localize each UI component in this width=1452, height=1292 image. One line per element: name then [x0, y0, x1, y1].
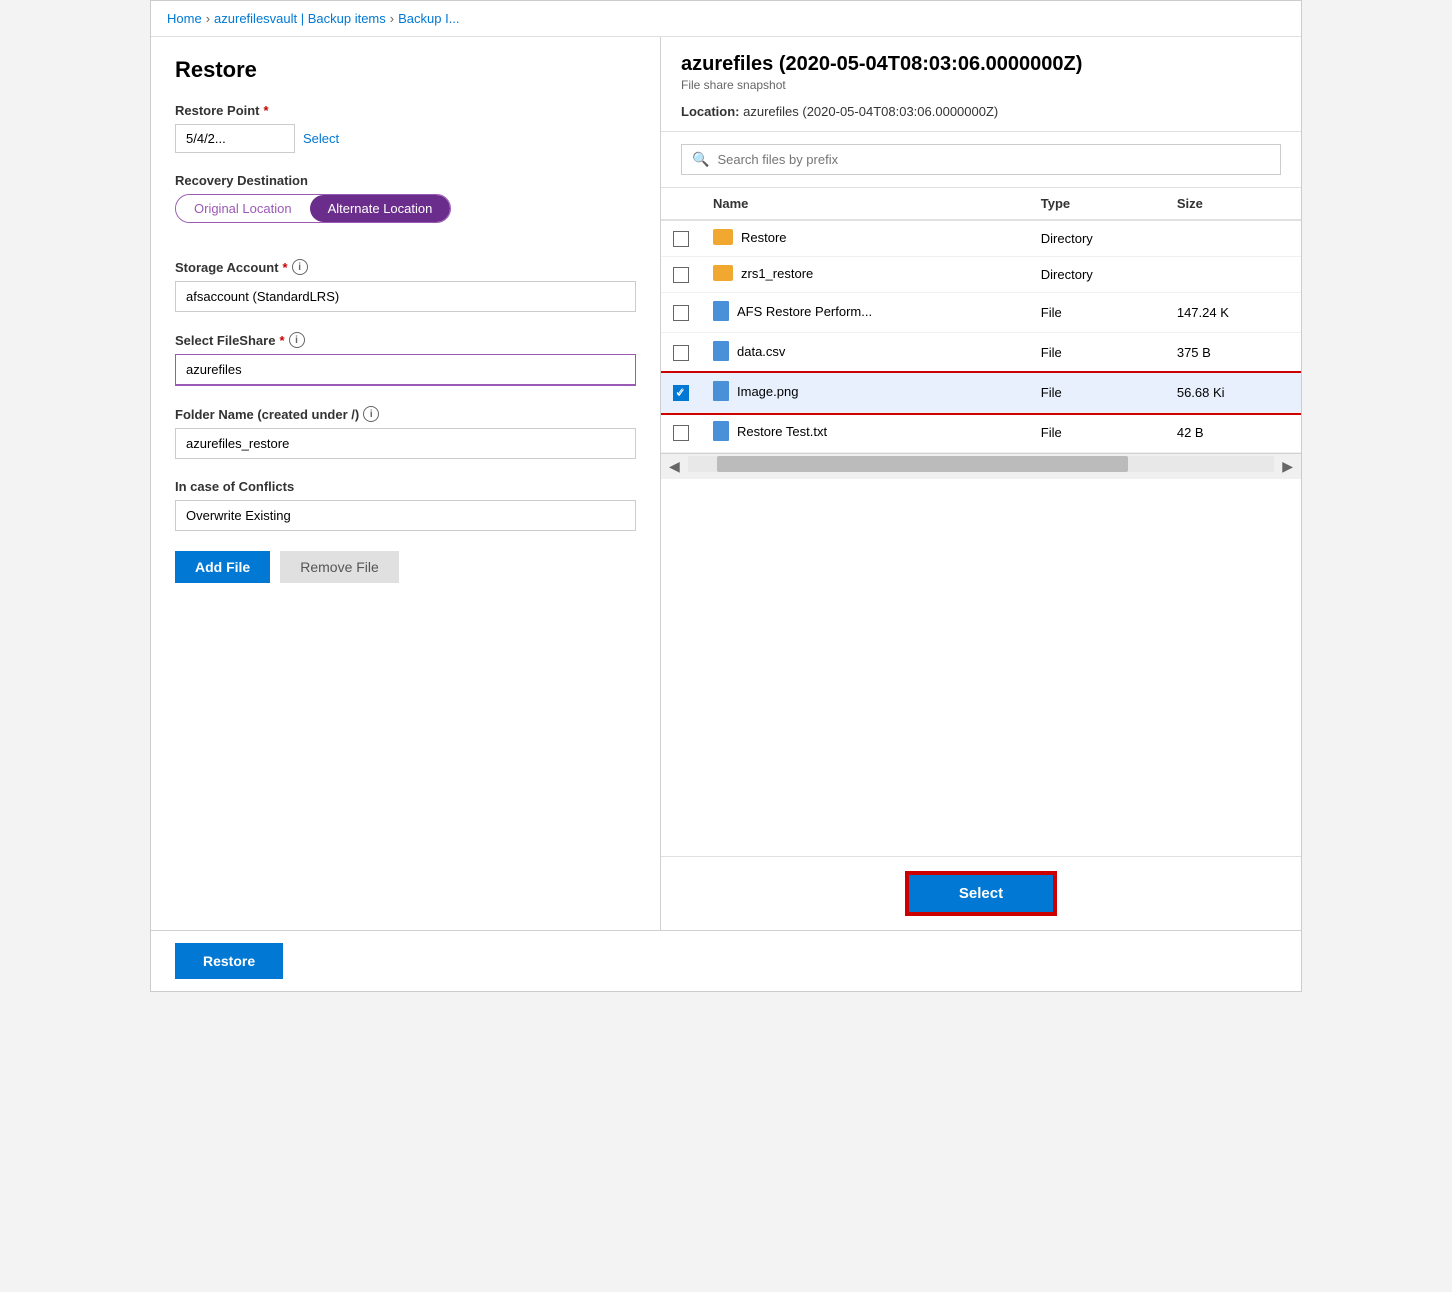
table-header-row: Name Type Size	[661, 188, 1301, 220]
action-buttons: Add File Remove File	[175, 551, 636, 583]
row-type: File	[1029, 413, 1165, 453]
row-size: 147.24 K	[1165, 293, 1301, 333]
header-size: Size	[1165, 188, 1301, 220]
folder-icon	[713, 265, 733, 281]
row-name: Restore Test.txt	[701, 413, 1029, 453]
table-row[interactable]: Restore Test.txtFile42 B	[661, 413, 1301, 453]
row-name: Image.png	[701, 373, 1029, 413]
row-type: File	[1029, 333, 1165, 373]
scroll-right-arrow[interactable]: ▶	[1274, 454, 1301, 479]
folder-name-input[interactable]	[175, 428, 636, 459]
restore-point-group: Restore Point * 5/4/2... Select	[175, 103, 636, 153]
row-size	[1165, 257, 1301, 293]
scroll-thumb[interactable]	[717, 456, 1128, 472]
search-input[interactable]	[717, 152, 1270, 167]
breadcrumb-vault[interactable]: azurefilesvault | Backup items	[214, 11, 386, 26]
left-panel-footer: Restore	[151, 930, 1301, 991]
folder-name-info-icon[interactable]: i	[363, 406, 379, 422]
row-checkbox[interactable]	[673, 425, 689, 441]
row-type: Directory	[1029, 220, 1165, 257]
scroll-track[interactable]	[688, 456, 1274, 472]
snapshot-subtitle: File share snapshot	[681, 78, 1281, 92]
breadcrumb-backup[interactable]: Backup I...	[398, 11, 459, 26]
file-icon	[713, 381, 729, 401]
right-panel-footer: Select	[661, 856, 1301, 930]
restore-button[interactable]: Restore	[175, 943, 283, 979]
horizontal-scrollbar[interactable]: ◀ ▶	[661, 453, 1301, 479]
row-name: AFS Restore Perform...	[701, 293, 1029, 333]
conflicts-group: In case of Conflicts	[175, 479, 636, 531]
scroll-left-arrow[interactable]: ◀	[661, 454, 688, 479]
folder-name-group: Folder Name (created under /) i	[175, 406, 636, 459]
file-table-container: Name Type Size RestoreDirectoryzrs1_rest…	[661, 188, 1301, 453]
row-checkbox[interactable]: ✓	[673, 385, 689, 401]
table-row[interactable]: AFS Restore Perform...File147.24 K	[661, 293, 1301, 333]
folder-icon	[713, 229, 733, 245]
left-panel: Restore Restore Point * 5/4/2... Select …	[151, 37, 661, 930]
search-box: 🔍	[681, 144, 1281, 175]
conflicts-label: In case of Conflicts	[175, 479, 636, 494]
breadcrumb: Home › azurefilesvault | Backup items › …	[151, 1, 1301, 37]
row-size: 375 B	[1165, 333, 1301, 373]
file-table: Name Type Size RestoreDirectoryzrs1_rest…	[661, 188, 1301, 453]
row-name: Restore	[701, 220, 1029, 257]
row-checkbox[interactable]	[673, 231, 689, 247]
header-name: Name	[701, 188, 1029, 220]
restore-point-value: 5/4/2...	[175, 124, 295, 153]
folder-name-label: Folder Name (created under /) i	[175, 406, 636, 422]
fileshare-label: Select FileShare * i	[175, 332, 636, 348]
table-row[interactable]: ✓ Image.pngFile56.68 Ki	[661, 373, 1301, 413]
header-type: Type	[1029, 188, 1165, 220]
row-name: zrs1_restore	[701, 257, 1029, 293]
row-size: 42 B	[1165, 413, 1301, 453]
select-button[interactable]: Select	[907, 873, 1055, 914]
row-size	[1165, 220, 1301, 257]
right-panel: azurefiles (2020-05-04T08:03:06.0000000Z…	[661, 37, 1301, 930]
recovery-destination-label: Recovery Destination	[175, 173, 636, 188]
row-type: File	[1029, 373, 1165, 413]
fileshare-info-icon[interactable]: i	[289, 332, 305, 348]
search-icon: 🔍	[692, 151, 709, 168]
storage-account-info-icon[interactable]: i	[292, 259, 308, 275]
snapshot-title: azurefiles (2020-05-04T08:03:06.0000000Z…	[681, 53, 1281, 76]
row-checkbox[interactable]	[673, 267, 689, 283]
table-row[interactable]: RestoreDirectory	[661, 220, 1301, 257]
search-row: 🔍	[661, 132, 1301, 188]
row-name: data.csv	[701, 333, 1029, 373]
header-checkbox-cell	[661, 188, 701, 220]
fileshare-input[interactable]	[175, 354, 636, 386]
add-file-button[interactable]: Add File	[175, 551, 270, 583]
page-title: Restore	[175, 57, 636, 83]
breadcrumb-home[interactable]: Home	[167, 11, 202, 26]
table-row[interactable]: data.csvFile375 B	[661, 333, 1301, 373]
remove-file-button[interactable]: Remove File	[280, 551, 399, 583]
restore-point-row: 5/4/2... Select	[175, 124, 636, 153]
conflicts-input[interactable]	[175, 500, 636, 531]
row-checkbox[interactable]	[673, 305, 689, 321]
original-location-btn[interactable]: Original Location	[176, 195, 310, 222]
storage-account-group: Storage Account * i	[175, 259, 636, 312]
right-panel-header: azurefiles (2020-05-04T08:03:06.0000000Z…	[661, 37, 1301, 132]
recovery-destination-toggle: Original Location Alternate Location	[175, 194, 451, 223]
row-type: File	[1029, 293, 1165, 333]
table-row[interactable]: zrs1_restoreDirectory	[661, 257, 1301, 293]
file-icon	[713, 421, 729, 441]
file-icon	[713, 301, 729, 321]
fileshare-group: Select FileShare * i	[175, 332, 636, 386]
row-checkbox[interactable]	[673, 345, 689, 361]
alternate-location-btn[interactable]: Alternate Location	[310, 195, 451, 222]
restore-point-label: Restore Point *	[175, 103, 636, 118]
row-size: 56.68 Ki	[1165, 373, 1301, 413]
row-type: Directory	[1029, 257, 1165, 293]
snapshot-location: Location: azurefiles (2020-05-04T08:03:0…	[681, 104, 1281, 119]
storage-account-input[interactable]	[175, 281, 636, 312]
recovery-destination-group: Recovery Destination Original Location A…	[175, 173, 636, 223]
storage-account-label: Storage Account * i	[175, 259, 636, 275]
restore-point-select-link[interactable]: Select	[303, 131, 339, 146]
file-icon	[713, 341, 729, 361]
